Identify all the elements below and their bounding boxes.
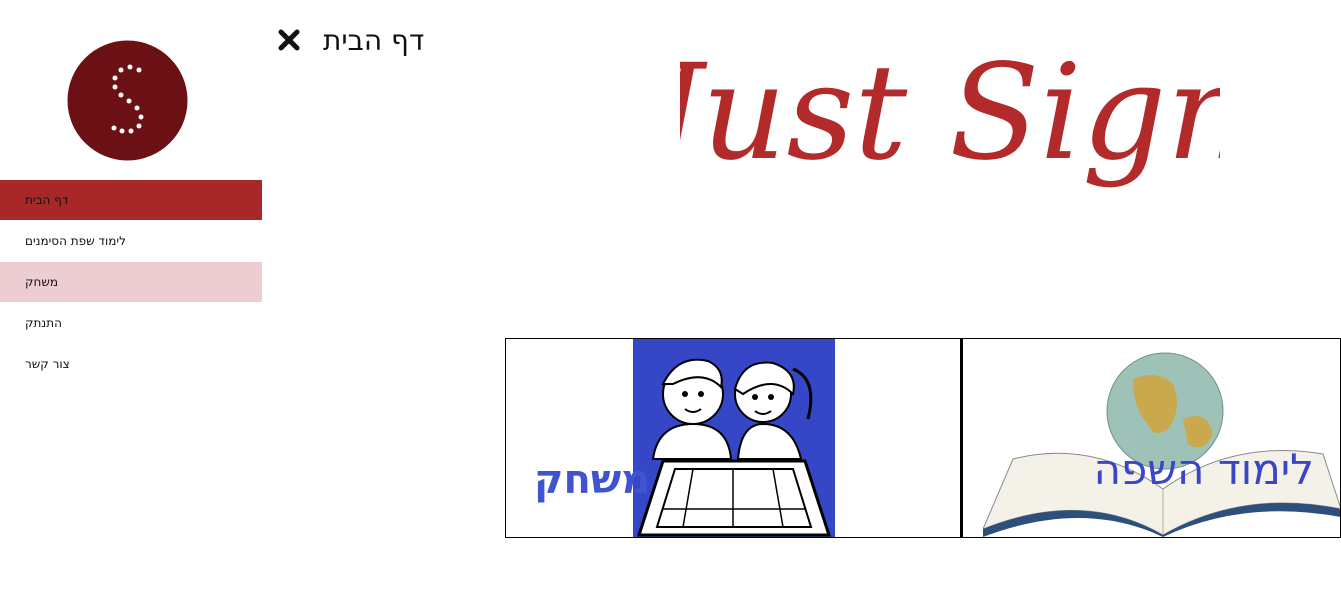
sidebar-item-game[interactable]: משחק	[0, 262, 262, 302]
sidebar-item-label: צור קשר	[25, 357, 70, 371]
sidebar-item-label: דף הבית	[25, 193, 69, 207]
sidebar-nav: דף הבית לימוד שפת הסימנים משחק התנתק צור…	[0, 180, 262, 385]
top-bar: דף הבית	[277, 20, 424, 60]
brand-wordmark: Just Sign	[626, 36, 1252, 190]
game-tile-label: משחק	[534, 457, 651, 503]
sidebar-item-label: לימוד שפת הסימנים	[25, 234, 126, 248]
globe-book-illustration	[982, 339, 1340, 537]
learn-language-tile-label: לימוד השפה	[1093, 445, 1314, 494]
game-tile[interactable]: משחק	[505, 338, 961, 538]
page-title: דף הבית	[323, 23, 425, 57]
sidebar-item-label: משחק	[25, 275, 59, 289]
close-icon[interactable]	[277, 28, 301, 52]
sidebar-item-logout[interactable]: התנתק	[0, 303, 262, 343]
sidebar-item-label: התנתק	[25, 316, 62, 330]
sidebar-item-contact[interactable]: צור קשר	[0, 344, 262, 384]
sidebar-item-learn-sign-language[interactable]: לימוד שפת הסימנים	[0, 221, 262, 261]
sidebar: דף הבית לימוד שפת הסימנים משחק התנתק צור…	[0, 0, 262, 616]
brand-logo: Just Sign	[626, 28, 1252, 203]
game-illustration	[633, 339, 835, 537]
sidebar-item-home[interactable]: דף הבית	[0, 180, 262, 220]
feature-tiles: משחק לימוד השפה	[505, 338, 1341, 538]
app-logo[interactable]	[67, 40, 188, 161]
brand-wordmark-text: Just Sign	[680, 36, 1220, 190]
learn-language-tile[interactable]: לימוד השפה	[961, 338, 1341, 538]
